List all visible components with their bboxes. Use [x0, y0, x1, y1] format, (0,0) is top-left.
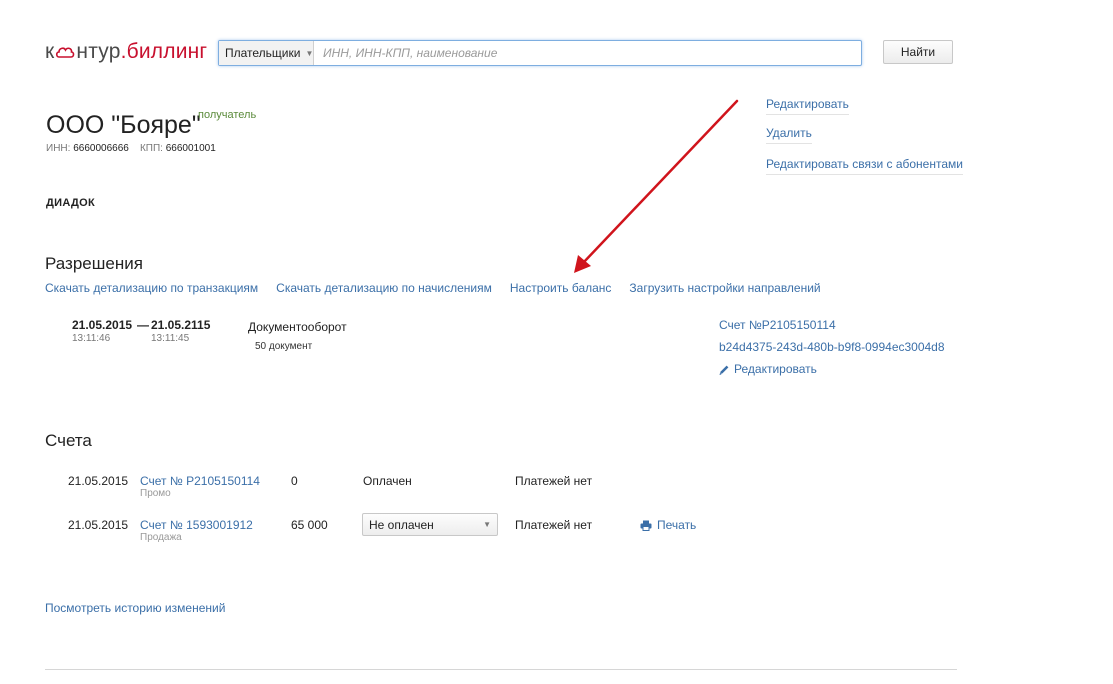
- permission-date-to: 21.05.2115: [151, 318, 211, 332]
- permissions-title: Разрешения: [45, 254, 143, 273]
- delete-org-link[interactable]: Удалить: [766, 126, 812, 144]
- search-input[interactable]: [314, 41, 861, 65]
- permission-guid-link[interactable]: b24d4375-243d-480b-b9f8-0994ec3004d8: [719, 340, 945, 354]
- permission-product: Документооборот: [248, 320, 347, 334]
- logo-suffix: .биллинг: [120, 40, 208, 63]
- permission-date-from: 21.05.2015: [72, 318, 133, 332]
- printer-icon: [640, 520, 652, 531]
- bills-title: Счета: [45, 431, 92, 450]
- permission-edit-button[interactable]: Редактировать: [719, 362, 817, 376]
- permission-edit-label: Редактировать: [734, 362, 817, 376]
- logo-main: нтур: [76, 40, 121, 63]
- bill-amount: 0: [291, 474, 298, 488]
- bill-amount: 65 000: [291, 518, 328, 532]
- kpp-value: 666001001: [165, 143, 216, 154]
- bill-number-link[interactable]: Счет № 1593001912: [140, 518, 253, 532]
- upload-routing-settings-link[interactable]: Загрузить настройки направлений: [629, 281, 820, 295]
- kpp-label: КПП:: [139, 143, 163, 154]
- chevron-down-icon: ▼: [483, 520, 491, 529]
- bill-type: Промо: [140, 488, 171, 499]
- pencil-icon: [719, 365, 729, 375]
- logo[interactable]: к нтур .биллинг: [45, 40, 207, 64]
- org-identifiers: ИНН: 6660006666 КПП: 666001001: [46, 143, 216, 154]
- search-scope-label: Плательщики: [225, 46, 301, 60]
- inn-value: 6660006666: [73, 143, 129, 154]
- permission-time-from: 13:11:46: [72, 333, 111, 344]
- permission-count: 50 документ: [255, 341, 313, 352]
- bill-date: 21.05.2015: [68, 518, 129, 532]
- search-scope-dropdown[interactable]: Плательщики ▼: [219, 41, 314, 65]
- bottom-divider: [45, 669, 957, 670]
- bill-payments: Платежей нет: [515, 518, 593, 532]
- permission-bill-link[interactable]: Счет №Р2105150114: [719, 318, 836, 332]
- search-bar: Плательщики ▼: [218, 40, 862, 66]
- download-charges-link[interactable]: Скачать детализацию по начислениям: [276, 281, 492, 295]
- permissions-actions: Скачать детализацию по транзакциям Скача…: [45, 281, 821, 295]
- cloud-icon: [56, 47, 75, 58]
- page-title: ООО "Бояре": [46, 111, 201, 139]
- history-link[interactable]: Посмотреть историю изменений: [45, 601, 225, 615]
- bill-status: Оплачен: [363, 474, 412, 488]
- org-role-badge: получатель: [198, 109, 257, 121]
- inn-label: ИНН:: [46, 143, 71, 154]
- bill-number-link[interactable]: Счет № Р2105150114: [140, 474, 260, 488]
- service-name: ДИАДОК: [46, 197, 96, 209]
- bill-status-select[interactable]: Не оплачен ▼: [362, 513, 498, 536]
- bill-type: Продажа: [140, 532, 182, 543]
- bill-payments: Платежей нет: [515, 474, 593, 488]
- download-transactions-link[interactable]: Скачать детализацию по транзакциям: [45, 281, 258, 295]
- edit-org-link[interactable]: Редактировать: [766, 97, 849, 115]
- permission-time-to: 13:11:45: [151, 333, 190, 344]
- configure-balance-link[interactable]: Настроить баланс: [510, 281, 612, 295]
- edit-relations-link[interactable]: Редактировать связи с абонентами: [766, 157, 963, 175]
- bill-date: 21.05.2015: [68, 474, 129, 488]
- print-bill-label: Печать: [657, 518, 697, 532]
- print-bill-button[interactable]: Печать: [640, 518, 696, 532]
- logo-prefix: к: [45, 40, 55, 63]
- bill-status-value: Не оплачен: [369, 517, 434, 532]
- find-button[interactable]: Найти: [883, 40, 953, 64]
- permission-date-dash: —: [137, 318, 149, 332]
- chevron-down-icon: ▼: [305, 48, 314, 58]
